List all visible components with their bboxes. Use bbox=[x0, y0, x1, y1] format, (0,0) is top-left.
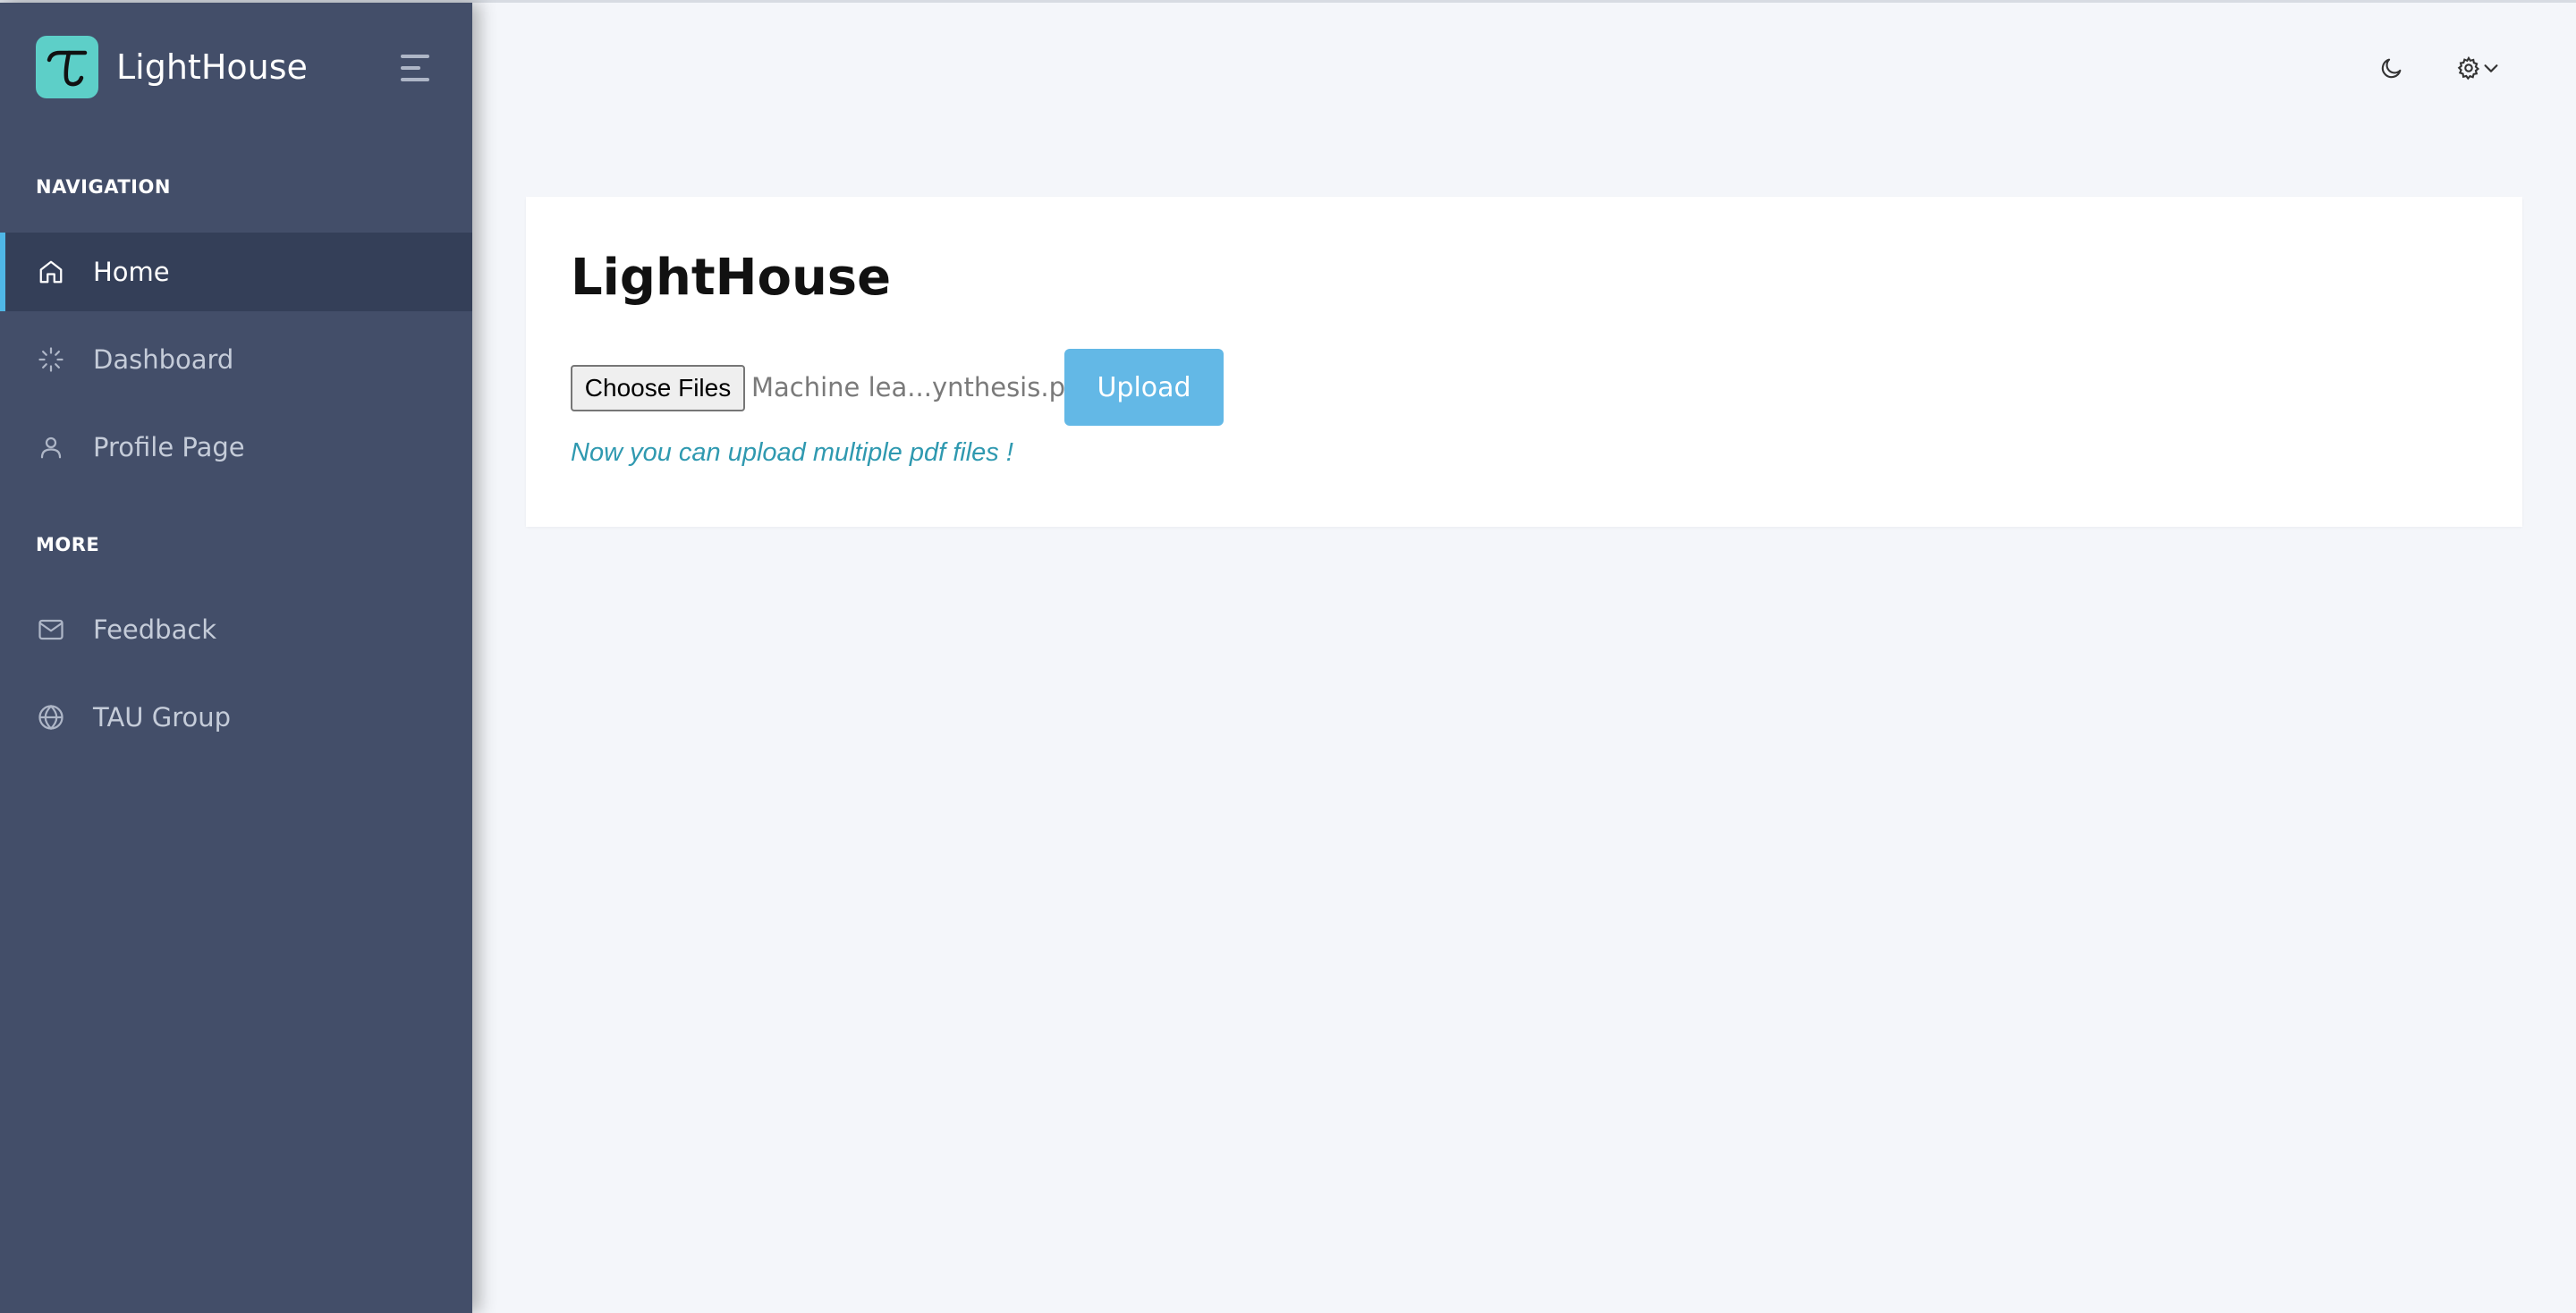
upload-hint: Now you can upload multiple pdf files ! bbox=[571, 438, 1013, 467]
menu-toggle-icon[interactable] bbox=[401, 55, 429, 81]
sidebar-item-dashboard[interactable]: Dashboard bbox=[0, 320, 472, 399]
chevron-down-icon bbox=[2484, 64, 2498, 72]
sidebar-item-label: Feedback bbox=[93, 614, 217, 645]
home-icon bbox=[39, 260, 63, 284]
sidebar-item-label: Dashboard bbox=[93, 344, 234, 375]
selected-file-name: Machine lea...ynthesis.pdf bbox=[751, 372, 1091, 402]
gear-icon bbox=[2457, 55, 2480, 80]
globe-icon bbox=[38, 704, 64, 731]
sidebar-item-label: Home bbox=[93, 257, 170, 287]
user-icon bbox=[40, 436, 62, 459]
sidebar-item-profile[interactable]: Profile Page bbox=[0, 408, 472, 487]
moon-icon bbox=[2381, 58, 2402, 79]
page-title: LightHouse bbox=[571, 249, 892, 307]
upload-card: LightHouse Choose Files Machine lea...yn… bbox=[526, 197, 2522, 527]
more-section-title: MORE bbox=[36, 534, 100, 555]
mail-icon bbox=[38, 619, 64, 640]
upload-button[interactable]: Upload bbox=[1064, 349, 1224, 426]
sidebar-item-tau-group[interactable]: TAU Group bbox=[0, 678, 472, 757]
sidebar-item-label: Profile Page bbox=[93, 432, 245, 462]
sidebar-item-label: TAU Group bbox=[93, 702, 232, 733]
sidebar-item-home[interactable]: Home bbox=[0, 233, 472, 311]
nav-section-title: NAVIGATION bbox=[36, 176, 171, 198]
settings-dropdown[interactable] bbox=[2451, 50, 2506, 86]
logo-icon bbox=[36, 36, 98, 98]
brand[interactable]: LightHouse bbox=[36, 35, 447, 99]
sidebar-item-feedback[interactable]: Feedback bbox=[0, 590, 472, 669]
sidebar: LightHouse NAVIGATION Home Dashboard Pro… bbox=[0, 3, 472, 1313]
choose-files-button[interactable]: Choose Files bbox=[571, 365, 745, 411]
theme-toggle[interactable] bbox=[2374, 50, 2410, 86]
loader-icon bbox=[38, 347, 64, 372]
brand-name: LightHouse bbox=[116, 47, 308, 87]
